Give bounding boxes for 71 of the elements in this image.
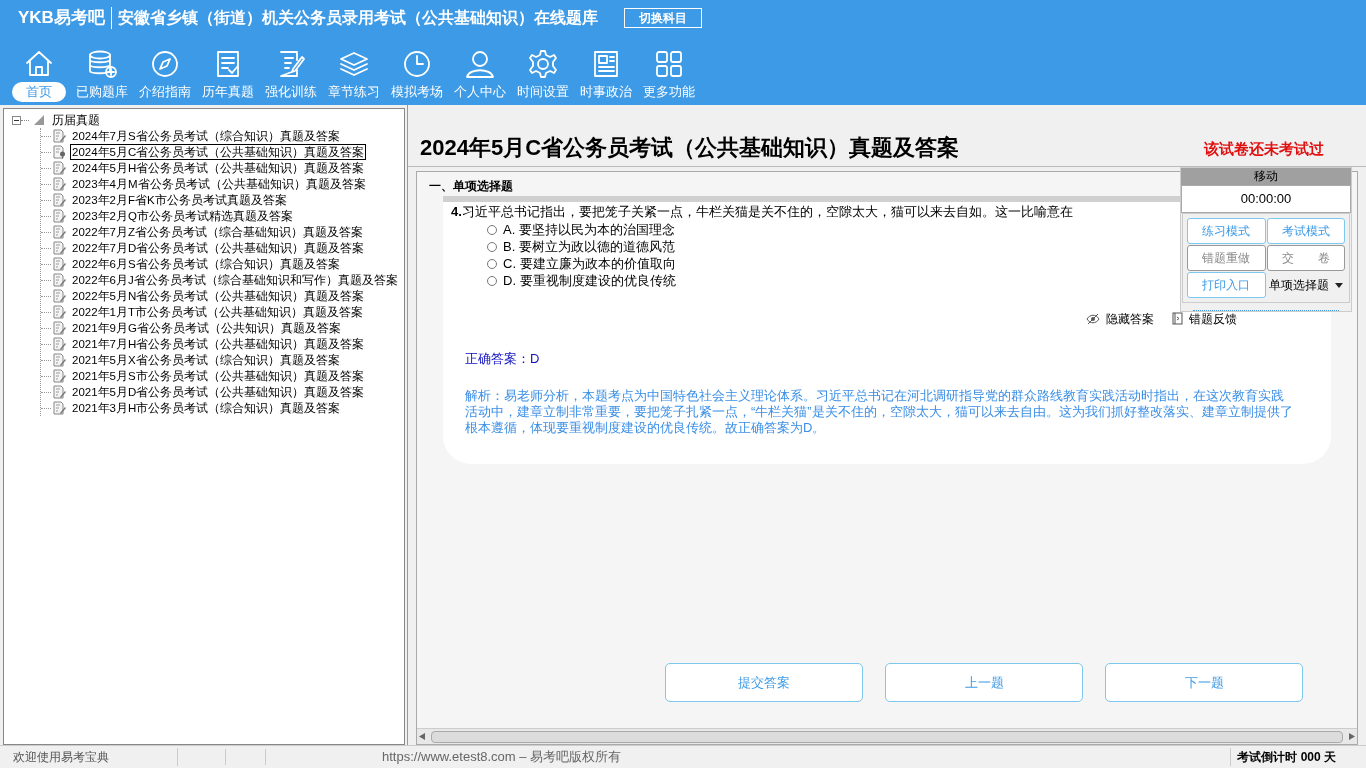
document-pen-icon	[53, 225, 66, 239]
timer-display: 00:00:00	[1181, 185, 1351, 213]
option-text[interactable]: A. 要坚持以民为本的治国理念	[503, 220, 675, 240]
section-heading: 一、单项选择题	[429, 178, 513, 195]
mode-button[interactable]: 错题重做	[1187, 245, 1266, 271]
document-pen-icon	[53, 177, 66, 191]
scroll-left-icon[interactable]	[419, 733, 425, 740]
tree-item[interactable]: 2022年7月D省公务员考试（公共基础知识）真题及答案	[70, 240, 367, 256]
document-icon[interactable]	[1172, 312, 1183, 325]
correct-answer: 正确答案：D	[465, 350, 540, 366]
tree-item[interactable]: 2023年2月Q市公务员考试精选真题及答案	[70, 208, 295, 224]
tree-item[interactable]: 2021年7月H省公务员考试（公共基础知识）真题及答案	[70, 336, 367, 352]
mode-button[interactable]: 交 卷	[1266, 245, 1345, 271]
exam-countdown: 考试倒计时 000 天	[1230, 748, 1336, 766]
user-icon[interactable]	[463, 48, 496, 80]
document-pen-icon	[53, 369, 66, 383]
tree-root-label[interactable]: 历届真题	[52, 111, 100, 129]
scroll-right-icon[interactable]	[1349, 733, 1355, 740]
analysis-text: 解析：易老师分析，本题考点为中国特色社会主义理论体系。习近平总书记在河北调研指导党的群众路线教育实践活动时指出，在这次教育实践活动中，建章立制非常重要，要把笼子扎紧一点，“牛栏关猫”是关不住的，空隙太大，猫可以来去自由。这为我们抓好整改落实、建章立制提供了根本遵循，体现要重视制度建设的优良传统。故正确答案为D。	[465, 387, 1294, 436]
tree-item[interactable]: 2021年5月S市公务员考试（公共基础知识）真题及答案	[70, 368, 366, 384]
tree-item[interactable]: 2024年5月C省公务员考试（公共基础知识）真题及答案	[70, 144, 367, 160]
tree-item[interactable]: 2022年6月J省公务员考试（综合基础知识和写作）真题及答案	[70, 272, 400, 288]
action-link[interactable]: 隐藏答案	[1106, 309, 1154, 328]
horizontal-scrollbar[interactable]	[417, 728, 1357, 744]
tree-item[interactable]: 2022年6月S省公务员考试（综合知识）真题及答案	[70, 256, 342, 272]
collapse-toggle[interactable]	[12, 115, 21, 125]
document-pen-icon	[53, 385, 66, 399]
move-handle[interactable]: 移动	[1181, 168, 1351, 185]
exam-title: 2024年5月C省公务员考试（公共基础知识）真题及答案	[420, 134, 960, 162]
caret-icon[interactable]	[1335, 282, 1343, 288]
tree-item[interactable]: 2024年7月S省公务员考试（综合知识）真题及答案	[70, 128, 342, 144]
question-number: 4.	[451, 203, 462, 221]
document-pen-icon	[53, 193, 66, 207]
tree-item[interactable]: 2022年5月N省公务员考试（公共基础知识）真题及答案	[70, 288, 367, 304]
document-pen-icon	[53, 257, 66, 271]
triangle-icon	[33, 114, 45, 126]
document-pen-icon	[53, 305, 66, 319]
tree-item[interactable]: 2022年1月T市公务员考试（公共基础知识）真题及答案	[70, 304, 365, 320]
eye-icon[interactable]	[1086, 312, 1100, 325]
option-text[interactable]: C. 要建立廉为政本的价值取向	[503, 254, 676, 274]
tree-item[interactable]: 2022年7月Z省公务员考试（综合基础知识）真题及答案	[70, 224, 365, 240]
copyright-text: https://www.etest8.com – 易考吧版权所有	[382, 748, 622, 767]
action-link[interactable]: 错题反馈	[1189, 309, 1237, 328]
question-text: 习近平总书记指出，要把笼子关紧一点，牛栏关猫是关不住的，空隙太大，猫可以来去自如。这一比喻意在	[461, 203, 1073, 221]
document-pen-icon	[53, 273, 66, 287]
tree-item[interactable]: 2021年9月G省公务员考试（公共知识）真题及答案	[70, 320, 343, 336]
option-text[interactable]: B. 要树立为政以德的道德风范	[503, 237, 675, 257]
app-logo: YKB易考吧	[18, 7, 105, 30]
exam-status: 该试卷还未考试过	[1204, 138, 1324, 159]
scrollbar-thumb[interactable]	[431, 730, 1343, 743]
document-pin-icon	[53, 145, 66, 159]
document-pen-icon	[53, 129, 66, 143]
tree-item[interactable]: 2024年5月H省公务员考试（公共基础知识）真题及答案	[70, 160, 367, 176]
tree-item[interactable]: 2021年5月X省公务员考试（综合知识）真题及答案	[70, 352, 342, 368]
document-pen-icon	[53, 161, 66, 175]
app-title: 安徽省乡镇（街道）机关公务员录用考试（公共基础知识）在线题库	[117, 8, 598, 28]
document-pen-icon	[53, 241, 66, 255]
tree-item[interactable]: 2021年3月H市公务员考试（综合知识）真题及答案	[70, 400, 343, 416]
settings-icon[interactable]	[526, 48, 559, 80]
document-pen-icon	[53, 321, 66, 335]
question-type-dropdown[interactable]: 单项选择题	[1266, 272, 1345, 298]
document-pen-icon	[53, 289, 66, 303]
tree-item[interactable]: 2023年2月F省K市公务员考试真题及答案	[70, 192, 289, 208]
option-text[interactable]: D. 要重视制度建设的优良传统	[503, 271, 676, 291]
tree-item[interactable]: 2023年4月M省公务员考试（公共基础知识）真题及答案	[70, 176, 368, 192]
status-welcome: 欢迎使用易考宝典	[0, 748, 178, 766]
document-pen-icon	[53, 337, 66, 351]
tree-item[interactable]: 2021年5月D省公务员考试（公共基础知识）真题及答案	[70, 384, 367, 400]
document-pen-icon	[53, 209, 66, 223]
document-pen-icon	[53, 401, 66, 415]
document-pen-icon	[53, 353, 66, 367]
